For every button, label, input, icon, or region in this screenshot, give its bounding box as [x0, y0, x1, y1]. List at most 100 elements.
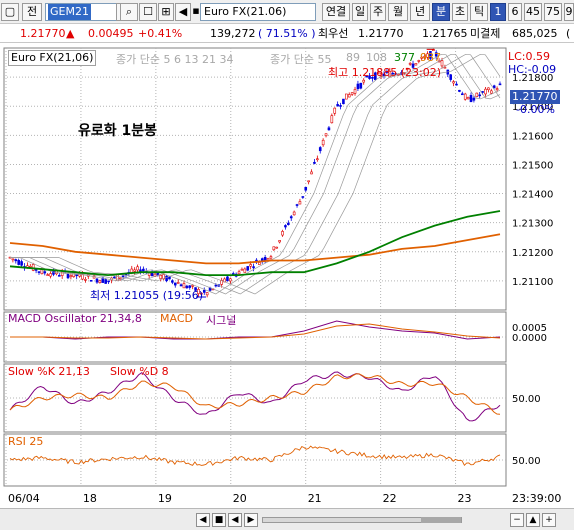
- bottom-bar: ◀ ■ ◀ ▶ − ▲ +: [0, 508, 574, 530]
- macd-axis-label: 0.0000: [512, 333, 547, 344]
- candle: [272, 246, 276, 251]
- legend-ma-108: 108: [366, 51, 387, 64]
- candle: [107, 280, 110, 283]
- candle: [202, 289, 206, 293]
- scroll-left-icon[interactable]: ◀: [196, 513, 210, 527]
- candle: [113, 276, 116, 279]
- legend-symbol[interactable]: Euro FX(21,06): [8, 50, 97, 66]
- stoch-axis-label: 50.00: [512, 394, 541, 405]
- candle: [84, 279, 87, 281]
- tab-second[interactable]: 초: [452, 3, 468, 21]
- candle: [243, 268, 247, 273]
- legend-ma2: 종가 단순 55: [270, 53, 332, 66]
- scrollbar-thumb[interactable]: [421, 517, 461, 523]
- stoch-label2: Slow %D 8: [110, 365, 169, 378]
- chart-up-icon[interactable]: ▲: [526, 513, 540, 527]
- candle: [498, 83, 502, 86]
- symbol-name[interactable]: Euro FX(21.06): [200, 3, 316, 21]
- candle: [461, 93, 464, 96]
- price-change: 0.00495: [88, 27, 134, 40]
- low-annotation: 최저 1.21055 (19:56): [90, 289, 204, 302]
- scrollbar[interactable]: [262, 517, 462, 523]
- time-axis-label: 20: [233, 492, 247, 505]
- tab-minute[interactable]: 분: [432, 3, 450, 21]
- open-interest-label: 미결제: [470, 27, 501, 40]
- volume-ratio: ( 71.51% ): [258, 27, 316, 40]
- open-interest-extra: (: [566, 27, 571, 40]
- sep-icon: ▪: [192, 4, 200, 17]
- tab-link[interactable]: 연결: [322, 3, 350, 21]
- candle: [57, 275, 61, 277]
- filter-icon[interactable]: ☐: [139, 3, 157, 21]
- candle: [347, 94, 351, 98]
- candle: [330, 115, 334, 124]
- interval-6[interactable]: 6: [508, 3, 522, 21]
- high-annotation: 최고 1.21885 (23:02): [328, 66, 442, 79]
- candle: [95, 278, 99, 283]
- candle: [237, 271, 241, 275]
- candle: [214, 284, 218, 287]
- candle: [289, 216, 293, 219]
- candle: [484, 88, 487, 95]
- legend-ma: 종가 단순 5 6 13 21 34: [116, 53, 234, 66]
- interval-45[interactable]: 45: [524, 3, 542, 21]
- open-interest: 685,025: [512, 27, 558, 40]
- zoom-out-icon[interactable]: −: [510, 513, 524, 527]
- code-value: GEM21: [48, 4, 91, 20]
- candle: [316, 158, 319, 161]
- candle: [20, 261, 23, 266]
- candle: [226, 276, 229, 282]
- candle: [121, 275, 125, 278]
- candle: [205, 292, 209, 296]
- best-bid-label: 최우선: [318, 27, 349, 40]
- candle: [118, 277, 122, 280]
- price-chart[interactable]: 1.218001.217001.216001.215001.214001.213…: [0, 44, 574, 508]
- candle: [89, 280, 93, 282]
- legend-ma-89: 89: [346, 51, 360, 64]
- stop-icon[interactable]: ■: [212, 513, 226, 527]
- candle: [313, 161, 316, 164]
- time-axis-label: 19: [158, 492, 172, 505]
- best-bid: 1.21770: [358, 27, 404, 40]
- order-icon[interactable]: ⊞: [158, 3, 174, 21]
- tab-tick[interactable]: 틱: [470, 3, 488, 21]
- candle: [353, 89, 357, 94]
- candle: [31, 264, 35, 271]
- candle: [104, 279, 107, 284]
- time-axis-label: 23: [458, 492, 472, 505]
- interval-1[interactable]: 1: [490, 3, 506, 21]
- candle: [443, 66, 447, 69]
- candle: [295, 204, 299, 206]
- tab-month[interactable]: 월: [388, 3, 408, 21]
- candle: [475, 92, 479, 97]
- candle: [452, 81, 455, 84]
- interval-75[interactable]: 75: [544, 3, 562, 21]
- candle: [252, 266, 255, 269]
- interval-9[interactable]: 9: [564, 3, 574, 21]
- candle: [301, 196, 305, 198]
- layout-icon[interactable]: ▢: [1, 3, 19, 21]
- sound-icon[interactable]: ◀: [175, 3, 191, 21]
- candle: [49, 273, 52, 277]
- step-right-icon[interactable]: ▶: [244, 513, 258, 527]
- code-input[interactable]: GEM21: [45, 3, 117, 21]
- step-left-icon[interactable]: ◀: [228, 513, 242, 527]
- stoch-label: Slow %K 21,13: [8, 365, 90, 378]
- search-icon[interactable]: ⌕: [120, 3, 138, 21]
- tab-day[interactable]: 일: [352, 3, 368, 21]
- candle: [350, 92, 354, 95]
- time-axis-label: 21: [308, 492, 322, 505]
- candle: [14, 259, 18, 262]
- macd-label3: 시그널: [206, 314, 237, 327]
- candle: [478, 94, 482, 97]
- candle: [339, 105, 342, 107]
- tab-week[interactable]: 주: [370, 3, 386, 21]
- lc-label: LC:0.59: [508, 50, 551, 63]
- tab-year[interactable]: 년: [410, 3, 430, 21]
- previous-button[interactable]: 전: [22, 3, 42, 21]
- price-axis-label: 1.21300: [512, 219, 553, 230]
- macd-label: MACD Oscillator 21,34,8: [8, 312, 142, 325]
- zoom-in-icon[interactable]: +: [542, 513, 556, 527]
- candle: [440, 60, 444, 67]
- current-price: 1.21770: [20, 27, 66, 40]
